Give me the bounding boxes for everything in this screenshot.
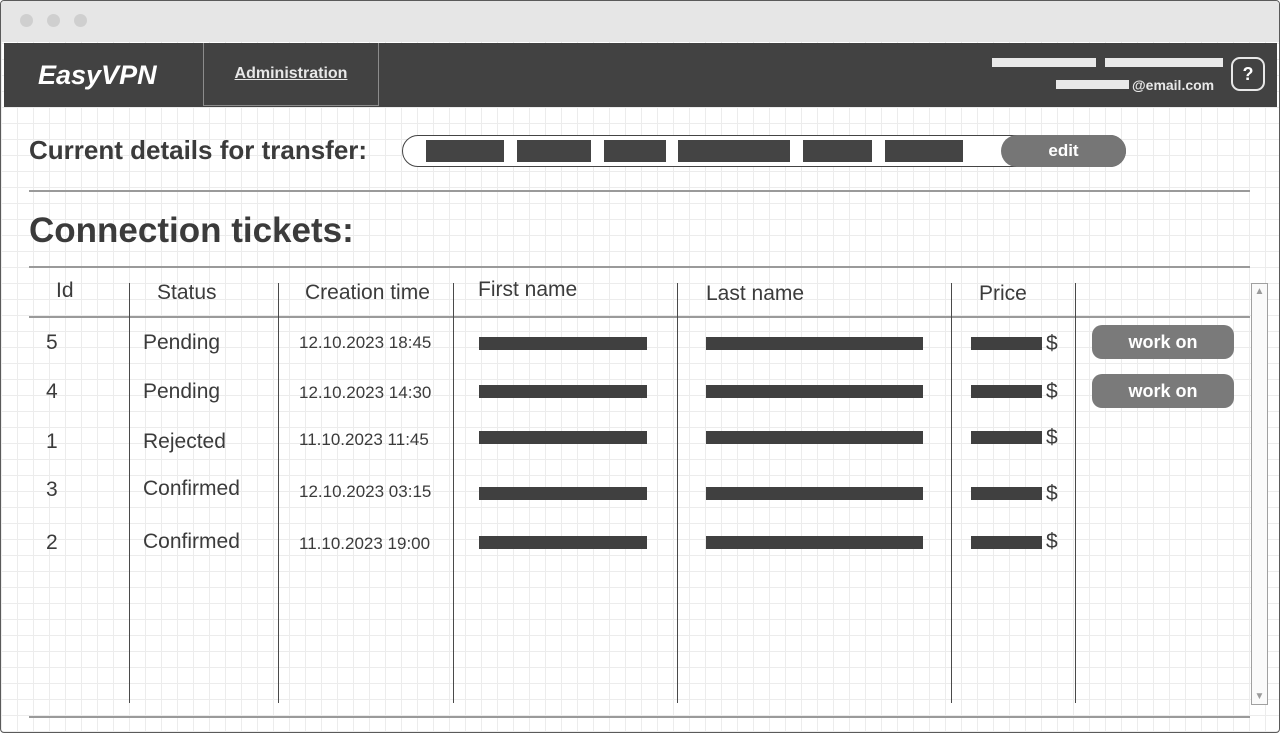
scroll-up-arrow-icon[interactable]: ▲ <box>1252 286 1267 297</box>
ticket-status: Confirmed <box>143 477 240 500</box>
ticket-creation-time: 11.10.2023 19:00 <box>299 534 431 553</box>
user-email-domain: @email.com <box>1132 77 1215 93</box>
column-divider <box>278 283 279 703</box>
table-header-border <box>29 316 1250 318</box>
user-first-name-redacted <box>992 58 1096 67</box>
browser-window: EasyVPN Administration @email.com ? Curr… <box>0 0 1280 733</box>
last-name-redacted <box>706 431 923 444</box>
transfer-detail-redacted <box>803 140 872 162</box>
column-divider <box>677 283 678 703</box>
top-navbar: EasyVPN Administration @email.com ? <box>4 43 1277 107</box>
ticket-creation-time: 12.10.2023 14:30 <box>299 383 432 402</box>
divider <box>29 190 1250 192</box>
table-top-border <box>29 266 1250 268</box>
user-email-local-redacted <box>1056 80 1129 89</box>
price-redacted <box>971 385 1042 398</box>
currency-symbol: $ <box>1046 482 1058 505</box>
transfer-detail-redacted <box>517 140 591 162</box>
first-name-redacted <box>479 385 647 398</box>
column-header-status[interactable]: Status <box>157 281 217 305</box>
window-maximize-dot[interactable] <box>74 14 87 27</box>
ticket-id: 5 <box>46 331 58 354</box>
work-on-button[interactable]: work on <box>1092 325 1234 359</box>
window-titlebar <box>1 1 1279 42</box>
column-divider <box>951 283 952 703</box>
last-name-redacted <box>706 385 923 398</box>
brand-logo[interactable]: EasyVPN <box>38 43 157 107</box>
ticket-creation-time: 11.10.2023 11:45 <box>299 430 429 449</box>
currency-symbol: $ <box>1046 380 1058 403</box>
scroll-down-arrow-icon[interactable]: ▼ <box>1252 691 1267 702</box>
ticket-status: Pending <box>143 331 221 354</box>
transfer-detail-redacted <box>426 140 504 162</box>
transfer-detail-redacted <box>604 140 666 162</box>
first-name-redacted <box>479 431 647 444</box>
nav-tab-label[interactable]: Administration <box>235 65 348 83</box>
column-header-creation-time[interactable]: Creation time <box>305 281 430 305</box>
edit-transfer-button[interactable]: edit <box>1001 135 1126 167</box>
column-divider <box>129 283 130 703</box>
transfer-detail-redacted <box>678 140 790 162</box>
first-name-redacted <box>479 487 647 500</box>
ticket-status: Pending <box>143 380 221 403</box>
question-mark-icon: ? <box>1242 64 1254 84</box>
ticket-id: 3 <box>46 478 58 501</box>
last-name-redacted <box>706 536 923 549</box>
column-divider <box>453 283 454 703</box>
user-last-name-redacted <box>1105 58 1223 67</box>
price-redacted <box>971 337 1042 350</box>
price-redacted <box>971 536 1042 549</box>
last-name-redacted <box>706 337 923 350</box>
ticket-creation-time: 12.10.2023 03:15 <box>299 482 432 501</box>
column-header-id[interactable]: Id <box>56 279 74 303</box>
nav-tab-administration[interactable]: Administration <box>203 43 379 106</box>
ticket-creation-time: 12.10.2023 18:45 <box>299 333 432 352</box>
work-on-button[interactable]: work on <box>1092 374 1234 408</box>
ticket-status: Confirmed <box>143 530 240 553</box>
first-name-redacted <box>479 337 647 350</box>
price-redacted <box>971 431 1042 444</box>
currency-symbol: $ <box>1046 332 1058 355</box>
transfer-details-label: Current details for transfer: <box>29 135 368 165</box>
column-header-price[interactable]: Price <box>979 282 1027 306</box>
transfer-detail-redacted <box>885 140 963 162</box>
help-button[interactable]: ? <box>1231 57 1265 91</box>
column-header-first-name[interactable]: First name <box>478 278 577 302</box>
currency-symbol: $ <box>1046 530 1058 553</box>
table-scrollbar[interactable]: ▲ ▼ <box>1251 283 1268 705</box>
ticket-status: Rejected <box>143 430 226 453</box>
column-divider <box>1075 283 1076 703</box>
window-minimize-dot[interactable] <box>47 14 60 27</box>
price-redacted <box>971 487 1042 500</box>
table-bottom-border <box>29 716 1250 718</box>
currency-symbol: $ <box>1046 426 1058 449</box>
ticket-id: 4 <box>46 380 58 403</box>
connection-tickets-title: Connection tickets: <box>29 211 354 250</box>
first-name-redacted <box>479 536 647 549</box>
ticket-id: 1 <box>46 430 58 453</box>
last-name-redacted <box>706 487 923 500</box>
column-header-last-name[interactable]: Last name <box>706 282 804 306</box>
ticket-id: 2 <box>46 531 58 554</box>
window-close-dot[interactable] <box>20 14 33 27</box>
